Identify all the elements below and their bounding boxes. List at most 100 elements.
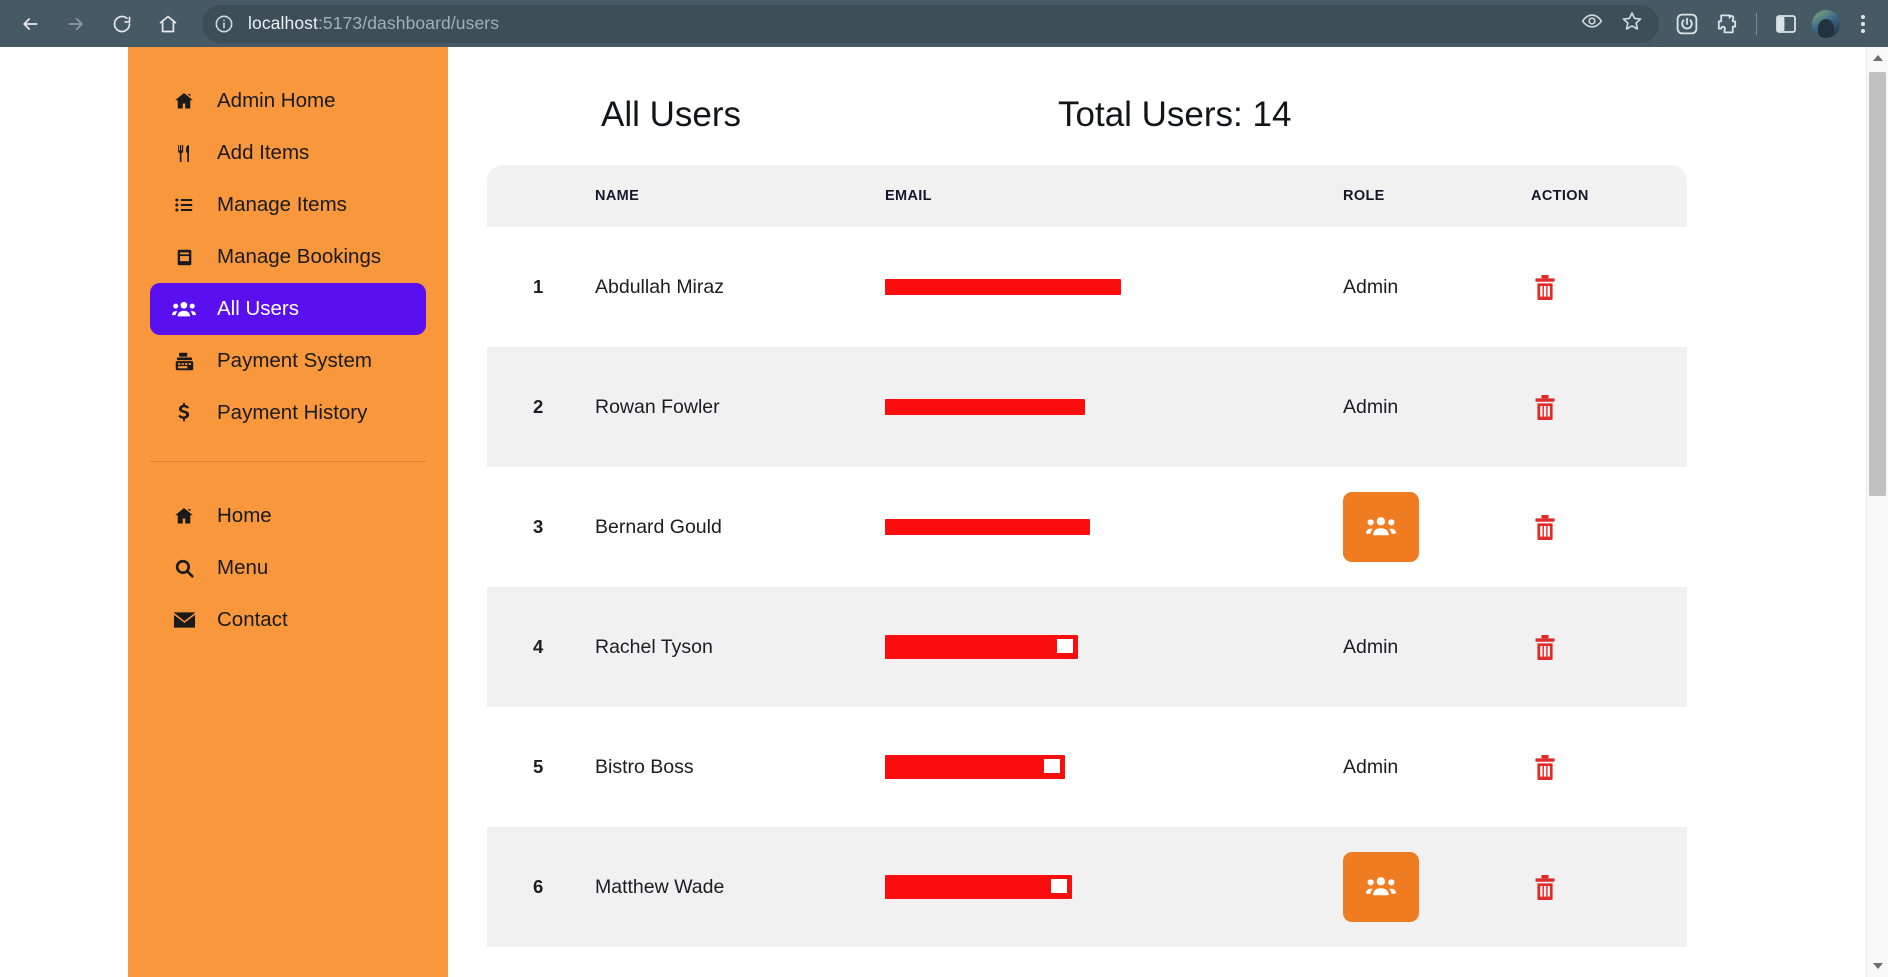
avatar [1812, 9, 1840, 38]
user-role: Admin [1343, 635, 1399, 658]
sidebar-item-all-users[interactable]: All Users [150, 283, 426, 335]
side-panel-icon[interactable] [1768, 6, 1804, 42]
row-index: 2 [533, 395, 544, 417]
back-button[interactable] [10, 4, 50, 44]
make-admin-button[interactable] [1343, 492, 1419, 562]
table-row: 3 Bernard Gould [487, 467, 1687, 587]
redaction-bar [885, 875, 1072, 899]
page-headings: All Users Total Users: 14 [448, 47, 1866, 135]
total-users-label: Total Users: 14 [1058, 95, 1292, 134]
sidebar-item-label: Admin Home [217, 89, 336, 112]
navigation-buttons [10, 4, 188, 44]
table-header-row: NAME EMAIL ROLE ACTION [487, 165, 1687, 227]
reload-button[interactable] [102, 4, 142, 44]
table-row: 6 Matthew Wade [487, 827, 1687, 947]
puzzle-extensions-icon[interactable] [1709, 6, 1745, 42]
redaction-bar [885, 755, 1065, 779]
user-role: Admin [1343, 755, 1399, 778]
profile-avatar[interactable] [1808, 6, 1844, 42]
eye-icon[interactable] [1581, 10, 1603, 37]
row-index: 3 [533, 515, 544, 537]
list-icon [172, 195, 196, 215]
user-name: Bernard Gould [595, 515, 722, 538]
book-icon [172, 247, 196, 268]
table-row: 5 Bistro Boss Admin [487, 707, 1687, 827]
sidebar-item-home[interactable]: Home [150, 490, 426, 542]
page-viewport: Admin Home Add Items Manage Items Manage… [0, 47, 1888, 977]
column-header-name: NAME [595, 188, 640, 204]
address-bar-url: localhost:5173/dashboard/users [248, 13, 499, 34]
sidebar-item-payment-history[interactable]: Payment History [150, 387, 426, 439]
row-index: 1 [533, 275, 544, 297]
row-index: 6 [533, 875, 544, 897]
table-row: 4 Rachel Tyson Admin [487, 587, 1687, 707]
home-button[interactable] [148, 4, 188, 44]
browser-toolbar: localhost:5173/dashboard/users [0, 0, 1888, 47]
user-email [885, 587, 1343, 707]
table-row: 1 Abdullah Miraz Admin [487, 227, 1687, 347]
page-scrollbar[interactable] [1866, 47, 1888, 977]
browser-toolbar-right [1669, 6, 1878, 42]
users-table-container: NAME EMAIL ROLE ACTION 1 Abdullah Miraz … [487, 165, 1687, 947]
user-email [885, 707, 1343, 827]
user-name: Matthew Wade [595, 875, 725, 898]
sidebar-item-contact[interactable]: Contact [150, 594, 426, 646]
envelope-icon [172, 611, 196, 629]
address-bar-actions [1581, 10, 1647, 37]
dollar-icon [172, 402, 196, 424]
cash-register-icon [172, 351, 196, 372]
url-host: localhost [248, 13, 318, 33]
delete-user-button[interactable] [1534, 514, 1556, 540]
user-email [885, 827, 1343, 947]
delete-user-button[interactable] [1534, 754, 1556, 780]
user-name: Abdullah Miraz [595, 275, 724, 298]
users-table-body: 1 Abdullah Miraz Admin 2 Rowan Fowler Ad… [487, 227, 1687, 947]
kebab-menu-icon[interactable] [1848, 6, 1878, 42]
forward-button[interactable] [56, 4, 96, 44]
user-role: Admin [1343, 395, 1399, 418]
sidebar-item-add-items[interactable]: Add Items [150, 127, 426, 179]
users-main-content: All Users Total Users: 14 NAME EMAIL ROL… [448, 47, 1866, 977]
make-admin-button[interactable] [1343, 852, 1419, 922]
site-info-icon[interactable] [210, 10, 238, 38]
home-icon [172, 91, 196, 111]
user-name: Bistro Boss [595, 755, 694, 778]
url-path: :5173/dashboard/users [317, 13, 500, 33]
sidebar-item-label: Manage Items [217, 193, 347, 216]
sidebar-item-label: Manage Bookings [217, 245, 382, 268]
users-table-head: NAME EMAIL ROLE ACTION [487, 165, 1687, 227]
users-icon [1366, 875, 1396, 900]
redaction-bar [885, 635, 1078, 659]
dashboard-sidebar: Admin Home Add Items Manage Items Manage… [128, 47, 448, 977]
power-extension-icon[interactable] [1669, 6, 1705, 42]
users-icon [172, 300, 196, 318]
sidebar-item-manage-items[interactable]: Manage Items [150, 179, 426, 231]
users-table: NAME EMAIL ROLE ACTION 1 Abdullah Miraz … [487, 165, 1687, 947]
bookmark-star-icon[interactable] [1621, 10, 1643, 37]
redaction-bar [885, 279, 1121, 296]
home-icon [172, 506, 196, 526]
address-bar[interactable]: localhost:5173/dashboard/users [202, 4, 1659, 43]
scroll-down-arrow[interactable] [1867, 955, 1888, 977]
search-icon [172, 558, 196, 579]
sidebar-primary-group: Admin Home Add Items Manage Items Manage… [128, 75, 448, 439]
user-email [885, 227, 1343, 347]
sidebar-item-label: Payment System [217, 349, 372, 372]
delete-user-button[interactable] [1534, 274, 1556, 300]
scroll-up-arrow[interactable] [1867, 47, 1888, 69]
column-header-role: ROLE [1343, 188, 1385, 204]
scrollbar-thumb[interactable] [1869, 72, 1886, 496]
sidebar-item-menu[interactable]: Menu [150, 542, 426, 594]
sidebar-secondary-group: Home Menu Contact [128, 490, 448, 646]
sidebar-item-label: Contact [217, 608, 288, 631]
sidebar-item-manage-bookings[interactable]: Manage Bookings [150, 231, 426, 283]
delete-user-button[interactable] [1534, 874, 1556, 900]
sidebar-item-label: Menu [217, 556, 269, 579]
delete-user-button[interactable] [1534, 394, 1556, 420]
delete-user-button[interactable] [1534, 634, 1556, 660]
sidebar-item-admin-home[interactable]: Admin Home [150, 75, 426, 127]
sidebar-item-label: Home [217, 504, 272, 527]
sidebar-item-payment-system[interactable]: Payment System [150, 335, 426, 387]
user-email [885, 347, 1343, 467]
